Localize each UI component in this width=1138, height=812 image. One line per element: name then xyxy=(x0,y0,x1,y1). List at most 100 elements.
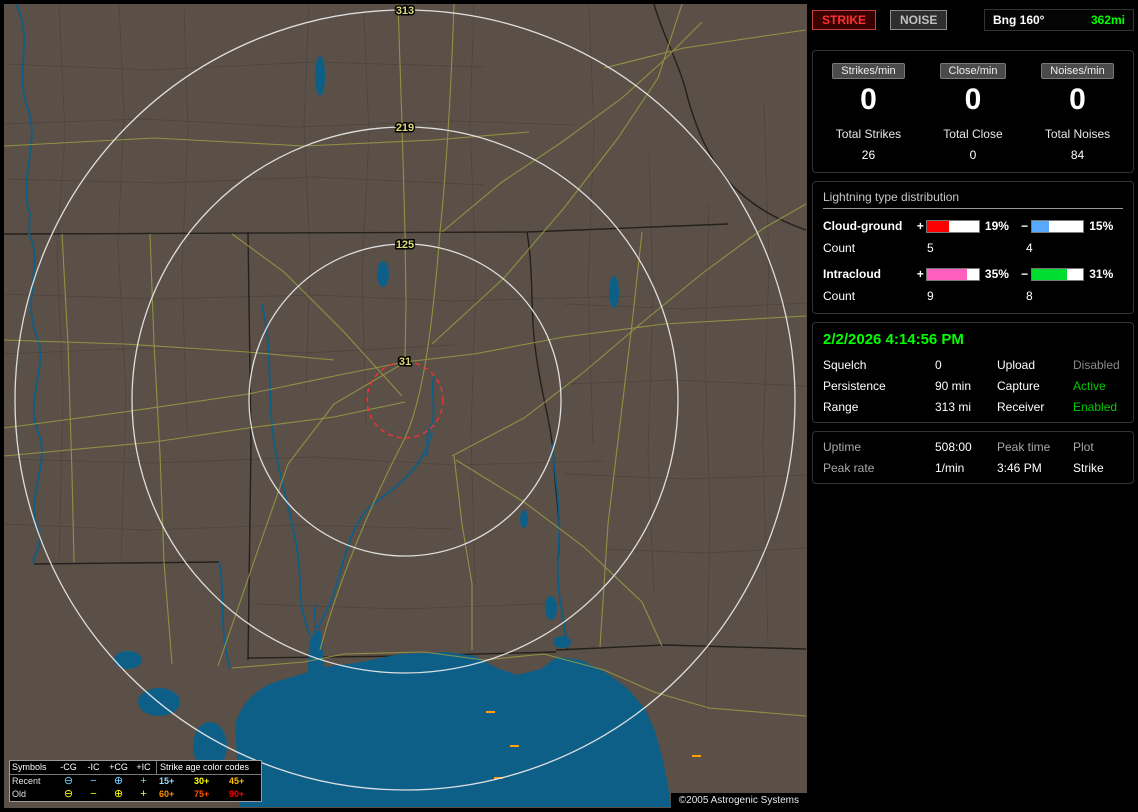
intracloud-neg-pct: 31% xyxy=(1089,267,1114,281)
legend-col-neg-ic: -IC xyxy=(81,761,106,775)
total-close-value: 0 xyxy=(969,148,977,162)
sidebar: STRIKE NOISE Bng 160° 362mi Strikes/min … xyxy=(812,8,1134,492)
plus-sign: + xyxy=(916,267,924,281)
peak-rate-value: 1/min xyxy=(935,461,965,475)
plot-label: Plot xyxy=(1073,440,1094,454)
age-90: 90+ xyxy=(229,789,245,799)
age-15: 15+ xyxy=(159,776,175,786)
range-label: Range xyxy=(823,400,859,414)
datetime-display: 2/2/2026 4:14:56 PM xyxy=(823,331,964,348)
cloud-ground-pos-fill xyxy=(927,220,949,232)
intracloud-neg-bar xyxy=(1030,267,1085,281)
intracloud-pos-count: 9 xyxy=(927,289,934,303)
cloud-ground-pos-pct: 19% xyxy=(984,219,1009,233)
intracloud-label: Intracloud xyxy=(823,267,882,281)
intracloud-neg-fill xyxy=(1031,268,1067,280)
intracloud-count-row: Count 9 8 xyxy=(823,289,1123,303)
count-label: Count xyxy=(823,241,856,255)
capture-label: Capture xyxy=(997,379,1040,393)
noises-column: Noises/min 0 Total Noises 84 xyxy=(1026,61,1129,162)
old-neg-cg-icon: ⊖ xyxy=(63,788,74,800)
age-45: 45+ xyxy=(229,776,245,786)
close-per-min-value: 0 xyxy=(964,83,982,116)
plot-value: Strike xyxy=(1073,461,1104,475)
intracloud-pos-fill xyxy=(927,268,967,280)
legend-old-label: Old xyxy=(12,789,27,799)
legend-col-pos-cg: +CG xyxy=(106,761,131,775)
noise-mode-button[interactable]: NOISE xyxy=(890,10,948,30)
session-grid: Uptime 508:00 Peak time Plot Peak rate 1… xyxy=(823,440,1123,475)
noises-per-min-chip: Noises/min xyxy=(1041,63,1114,79)
age-75: 75+ xyxy=(194,789,210,799)
app-window: { "toolbar": { "strike": "STRIKE", "nois… xyxy=(0,0,1138,812)
recent-pos-cg-icon: ⊕ xyxy=(113,775,124,787)
close-per-min-chip: Close/min xyxy=(939,63,1007,79)
count-label: Count xyxy=(823,289,856,303)
persistence-label: Persistence xyxy=(823,379,886,393)
cloud-ground-label: Cloud-ground xyxy=(823,219,903,233)
receiver-status-grid: Squelch 0 Upload Disabled Persistence 90… xyxy=(823,358,1123,414)
ring-label-31: 31 xyxy=(399,356,411,368)
bearing-value: Bng 160° xyxy=(993,13,1045,27)
intracloud-pos-pct: 35% xyxy=(984,267,1009,281)
upload-status: Disabled xyxy=(1073,358,1120,372)
strike-mode-button[interactable]: STRIKE xyxy=(812,10,877,30)
intracloud-neg-count: 8 xyxy=(1026,289,1033,303)
strikes-column: Strikes/min 0 Total Strikes 26 xyxy=(817,61,920,162)
noises-per-min-value: 0 xyxy=(1069,83,1086,116)
peak-time-label: Peak time xyxy=(997,440,1051,454)
squelch-value: 0 xyxy=(935,358,942,372)
strikes-per-min-chip: Strikes/min xyxy=(832,63,905,79)
map-canvas: 313 219 125 31 xyxy=(4,4,807,808)
ring-label-219: 219 xyxy=(396,122,414,134)
peak-time-value: 3:46 PM xyxy=(997,461,1042,475)
legend-col-pos-ic: +IC xyxy=(131,761,156,775)
strikes-per-min-value: 0 xyxy=(860,83,877,116)
bearing-distance: 362mi xyxy=(1090,13,1125,27)
age-30: 30+ xyxy=(194,776,210,786)
lightning-map[interactable]: 313 219 125 31 Symbols -CG -IC +CG +IC S… xyxy=(4,4,807,808)
minus-sign: − xyxy=(1021,219,1029,233)
recent-neg-cg-icon: ⊖ xyxy=(63,775,74,787)
distribution-title: Lightning type distribution xyxy=(823,190,1123,209)
peak-rate-label: Peak rate xyxy=(823,461,875,475)
total-strikes-value: 26 xyxy=(861,148,876,162)
capture-status: Active xyxy=(1073,379,1106,393)
cloud-ground-row: Cloud-ground + 19% − 15% xyxy=(823,219,1123,233)
ring-label-313: 313 xyxy=(396,5,414,17)
intracloud-pos-bar xyxy=(926,267,980,281)
map-legend: Symbols -CG -IC +CG +IC Strike age color… xyxy=(9,760,262,802)
uptime-value: 508:00 xyxy=(935,440,972,454)
cloud-ground-neg-pct: 15% xyxy=(1089,219,1114,233)
session-panel: Uptime 508:00 Peak time Plot Peak rate 1… xyxy=(812,431,1134,484)
close-column: Close/min 0 Total Close 0 xyxy=(922,61,1025,162)
old-neg-ic-icon: − xyxy=(90,788,97,800)
cloud-ground-pos-count: 5 xyxy=(927,241,934,255)
legend-col-neg-cg: -CG xyxy=(56,761,81,775)
squelch-label: Squelch xyxy=(823,358,867,372)
cloud-ground-count-row: Count 5 4 xyxy=(823,241,1123,255)
persistence-value: 90 min xyxy=(935,379,972,393)
recent-neg-ic-icon: − xyxy=(90,775,97,787)
receiver-status: Enabled xyxy=(1073,400,1118,414)
legend-age-header: Strike age color codes xyxy=(156,761,261,775)
plus-sign: + xyxy=(916,219,924,233)
ring-label-125: 125 xyxy=(396,239,414,251)
cloud-ground-pos-bar xyxy=(926,219,980,233)
recent-pos-ic-icon: + xyxy=(140,775,147,787)
legend-recent-label: Recent xyxy=(12,776,41,786)
total-strikes-label: Total Strikes xyxy=(835,127,902,141)
old-pos-cg-icon: ⊕ xyxy=(113,788,124,800)
display-mode-toolbar: STRIKE NOISE Bng 160° 362mi xyxy=(812,8,1134,32)
cloud-ground-neg-count: 4 xyxy=(1026,241,1033,255)
total-noises-label: Total Noises xyxy=(1044,127,1111,141)
bearing-range-readout: Bng 160° 362mi xyxy=(984,9,1134,31)
minus-sign: − xyxy=(1021,267,1029,281)
old-pos-ic-icon: + xyxy=(140,788,147,800)
range-value: 313 mi xyxy=(935,400,972,414)
lightning-distribution-panel: Lightning type distribution Cloud-ground… xyxy=(812,181,1134,314)
strike-statistics-panel: Strikes/min 0 Total Strikes 26 Close/min… xyxy=(812,50,1134,173)
intracloud-row: Intracloud + 35% − 31% xyxy=(823,267,1123,281)
age-60: 60+ xyxy=(159,789,175,799)
upload-label: Upload xyxy=(997,358,1036,372)
